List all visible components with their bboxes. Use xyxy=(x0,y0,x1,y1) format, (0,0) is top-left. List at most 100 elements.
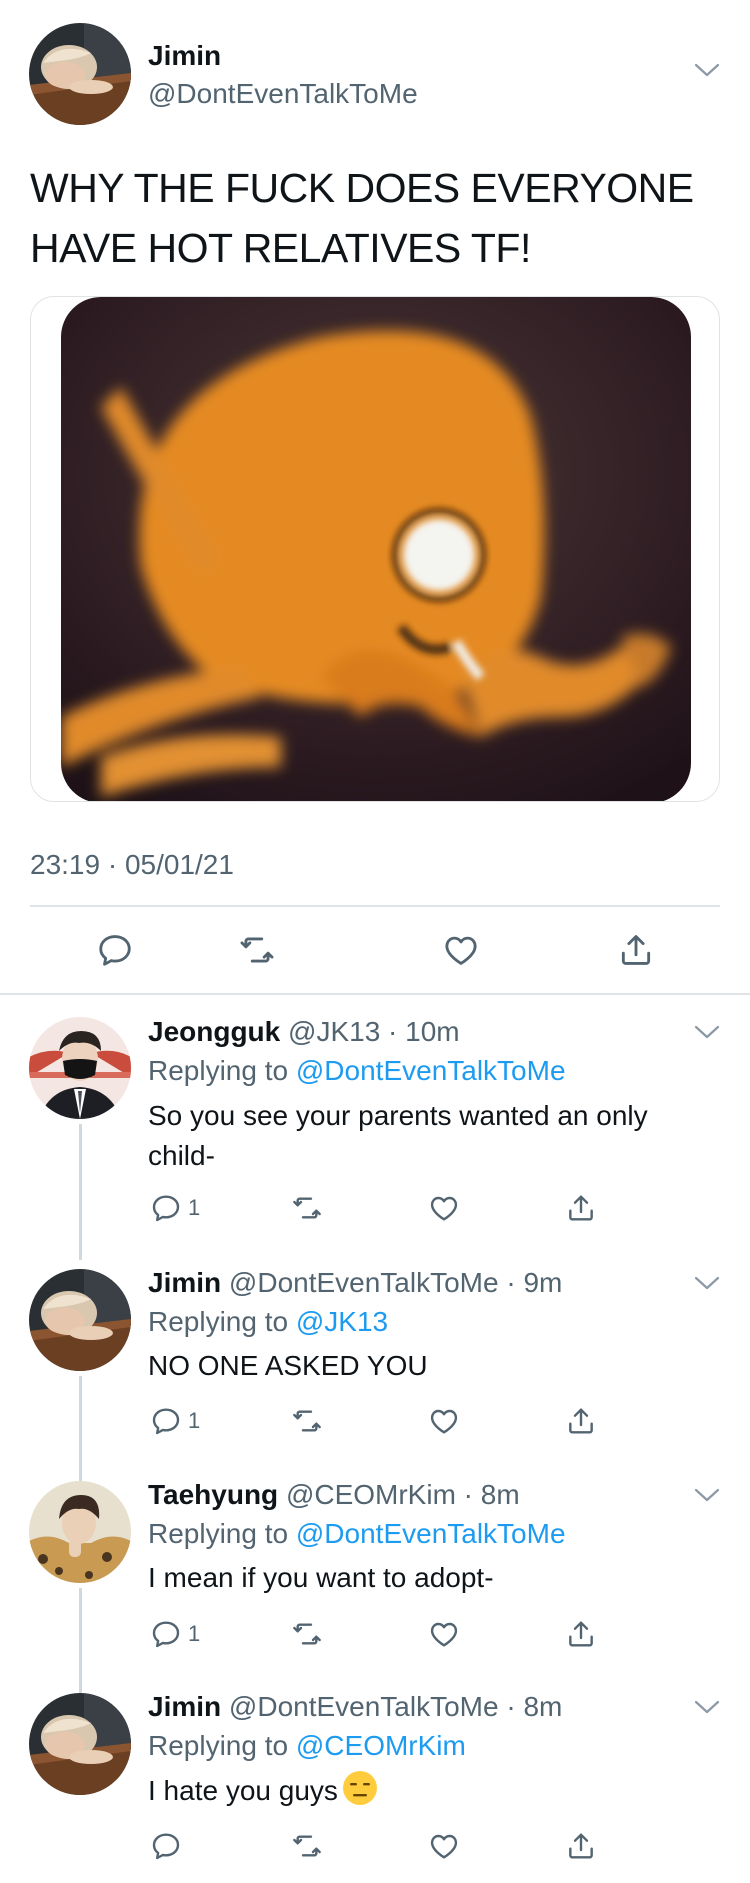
tweet-action-bar xyxy=(0,925,750,975)
reply-button[interactable]: 1 xyxy=(150,1188,200,1228)
reply-header: Jimin @DontEvenTalkToMe · 8m xyxy=(148,1691,562,1723)
reply-button[interactable]: 1 xyxy=(150,1401,200,1441)
replying-to-mention[interactable]: @DontEvenTalkToMe xyxy=(296,1518,566,1549)
avatar-image xyxy=(29,1017,131,1119)
share-icon xyxy=(565,1618,597,1650)
reply-header: Jimin @DontEvenTalkToMe · 9m xyxy=(148,1267,562,1299)
reply-author-name[interactable]: Jimin xyxy=(148,1267,221,1298)
chevron-down-icon[interactable] xyxy=(694,1699,720,1715)
share-icon xyxy=(565,1192,597,1224)
reply-text: I hate you guys xyxy=(148,1775,338,1806)
reply-icon xyxy=(150,1830,182,1862)
like-icon xyxy=(428,1405,460,1437)
reply-count: 1 xyxy=(188,1408,201,1433)
avatar-image xyxy=(29,1693,131,1795)
like-button[interactable] xyxy=(428,1188,460,1228)
retweet-icon xyxy=(291,1830,323,1862)
reply-author-name[interactable]: Jimin xyxy=(148,1691,221,1722)
avatar-image xyxy=(29,1481,131,1583)
reply-tweet[interactable]: Jimin @DontEvenTalkToMe · 8m Replying to… xyxy=(0,1676,750,1883)
avatar[interactable] xyxy=(29,1693,131,1795)
reply-text: I mean if you want to adopt- xyxy=(148,1562,494,1593)
share-button[interactable] xyxy=(565,1826,597,1866)
avatar-image xyxy=(29,23,131,125)
retweet-button[interactable] xyxy=(291,1401,323,1441)
reply-meta[interactable]: @DontEvenTalkToMe · 8m xyxy=(229,1691,562,1722)
reply-tweet[interactable]: Jeongguk @JK13 · 10m Replying to @DontEv… xyxy=(0,1000,750,1260)
reply-tweet[interactable]: Taehyung @CEOMrKim · 8m Replying to @Don… xyxy=(0,1464,750,1696)
reply-author-name[interactable]: Jeongguk xyxy=(148,1016,280,1047)
reply-tweet[interactable]: Jimin @DontEvenTalkToMe · 9m Replying to… xyxy=(0,1252,750,1484)
divider xyxy=(30,905,720,907)
replying-to-mention[interactable]: @JK13 xyxy=(296,1306,388,1337)
reply-header: Jeongguk @JK13 · 10m xyxy=(148,1016,460,1048)
avatar-image xyxy=(29,1269,131,1371)
retweet-icon xyxy=(291,1405,323,1437)
share-button[interactable] xyxy=(565,1188,597,1228)
reply-icon xyxy=(150,1192,182,1224)
share-icon xyxy=(565,1830,597,1862)
replying-to: Replying to @CEOMrKim xyxy=(148,1730,466,1762)
chevron-down-icon[interactable] xyxy=(694,1275,720,1291)
chevron-down-icon[interactable] xyxy=(694,1487,720,1503)
reply-button[interactable]: 1 xyxy=(150,1614,200,1654)
reply-count: 1 xyxy=(188,1195,201,1220)
reply-author-name[interactable]: Taehyung xyxy=(148,1479,278,1510)
retweet-button[interactable] xyxy=(291,1826,323,1866)
reply-action-bar: 1 xyxy=(0,1401,750,1441)
like-icon xyxy=(442,931,480,969)
divider xyxy=(0,993,750,995)
replying-to-mention[interactable]: @CEOMrKim xyxy=(296,1730,466,1761)
chevron-down-icon[interactable] xyxy=(694,62,720,78)
like-icon xyxy=(428,1192,460,1224)
jake-the-dog-blurred-meme-image xyxy=(61,297,691,801)
share-button[interactable] xyxy=(565,1614,597,1654)
author-name[interactable]: Jimin xyxy=(148,40,221,72)
replying-to: Replying to @DontEvenTalkToMe xyxy=(148,1055,566,1087)
retweet-icon xyxy=(291,1618,323,1650)
reply-meta[interactable]: @JK13 · 10m xyxy=(288,1016,460,1047)
reply-icon xyxy=(150,1618,182,1650)
tweet-media[interactable] xyxy=(30,296,720,802)
like-icon xyxy=(428,1830,460,1862)
replying-to-mention[interactable]: @DontEvenTalkToMe xyxy=(296,1055,566,1086)
chevron-down-icon[interactable] xyxy=(694,1024,720,1040)
replying-to: Replying to @JK13 xyxy=(148,1306,388,1338)
reply-icon xyxy=(96,931,134,969)
like-icon xyxy=(428,1618,460,1650)
avatar[interactable] xyxy=(29,1017,131,1119)
retweet-icon xyxy=(238,931,276,969)
tweet-timestamp[interactable]: 23:19 · 05/01/21 xyxy=(30,849,234,881)
reply-button[interactable] xyxy=(90,925,140,975)
replying-to-label: Replying to xyxy=(148,1055,296,1086)
expressionless-face-emoji xyxy=(342,1770,378,1806)
retweet-icon xyxy=(291,1192,323,1224)
share-button[interactable] xyxy=(565,1401,597,1441)
reply-text: NO ONE ASKED YOU xyxy=(148,1350,428,1381)
share-icon xyxy=(617,931,655,969)
retweet-button[interactable] xyxy=(291,1188,323,1228)
reply-text-container: I hate you guys xyxy=(148,1770,718,1811)
reply-meta[interactable]: @CEOMrKim · 8m xyxy=(286,1479,520,1510)
reply-count: 1 xyxy=(188,1621,201,1646)
avatar[interactable] xyxy=(29,1481,131,1583)
reply-action-bar xyxy=(0,1826,750,1866)
retweet-button[interactable] xyxy=(232,925,282,975)
reply-action-bar: 1 xyxy=(0,1188,750,1228)
reply-button[interactable] xyxy=(150,1826,188,1866)
reply-header: Taehyung @CEOMrKim · 8m xyxy=(148,1479,520,1511)
author-handle[interactable]: @DontEvenTalkToMe xyxy=(148,78,418,110)
replying-to-label: Replying to xyxy=(148,1518,296,1549)
reply-meta[interactable]: @DontEvenTalkToMe · 9m xyxy=(229,1267,562,1298)
like-button[interactable] xyxy=(428,1826,460,1866)
replying-to-label: Replying to xyxy=(148,1306,296,1337)
like-button[interactable] xyxy=(428,1401,460,1441)
avatar[interactable] xyxy=(29,23,131,125)
share-button[interactable] xyxy=(611,925,661,975)
avatar[interactable] xyxy=(29,1269,131,1371)
retweet-button[interactable] xyxy=(291,1614,323,1654)
like-button[interactable] xyxy=(436,925,486,975)
replying-to-label: Replying to xyxy=(148,1730,296,1761)
share-icon xyxy=(565,1405,597,1437)
like-button[interactable] xyxy=(428,1614,460,1654)
